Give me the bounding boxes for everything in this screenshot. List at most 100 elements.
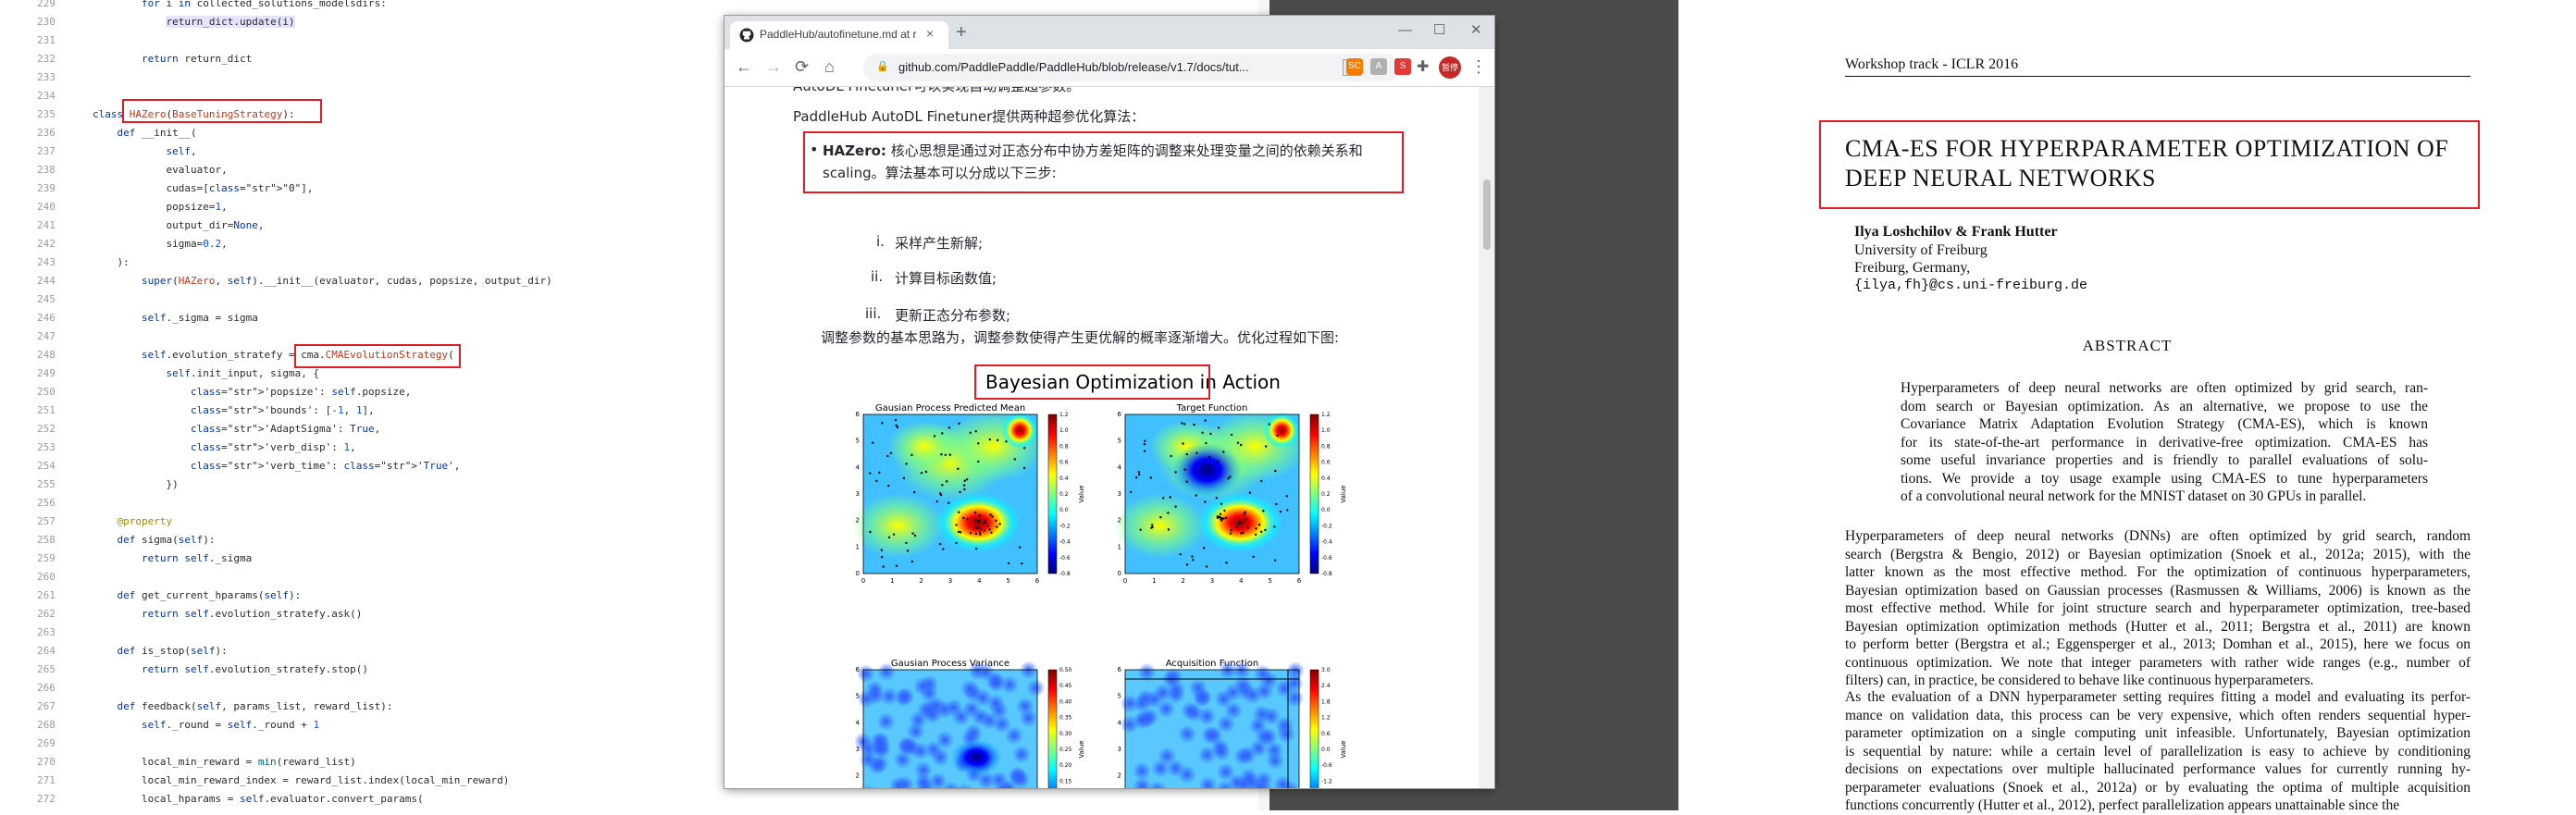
home-icon[interactable]: ⌂: [824, 57, 835, 76]
variance-blob: [917, 700, 935, 719]
sample-point: [959, 491, 960, 493]
sample-point: [1220, 513, 1221, 515]
extension-a-icon[interactable]: A: [1370, 58, 1387, 75]
sample-point: [914, 535, 916, 537]
line-number: 239: [37, 179, 72, 198]
sample-point: [977, 526, 979, 528]
colorbar-tick-label: 0.15: [1059, 778, 1072, 784]
step-number: ii.: [871, 268, 883, 285]
colorbar-tick-label: 0.0: [1059, 507, 1069, 513]
y-tick-label: 5: [856, 693, 860, 700]
x-tick-label: 0: [861, 577, 865, 585]
back-icon[interactable]: ←: [736, 57, 752, 76]
sample-point: [872, 442, 873, 444]
paper-text-line: most effective method. While for joint s…: [1845, 599, 2471, 618]
variance-blob: [972, 708, 990, 726]
code-text: class="str">'AdaptSigma': True,: [93, 420, 380, 438]
sample-point: [1174, 505, 1176, 507]
sample-point: [1220, 519, 1222, 521]
colorbar-tick-label: 0.35: [1059, 715, 1072, 722]
paper-text-line: tions. We provide a toy usage example us…: [1901, 470, 2428, 488]
sample-point: [1219, 515, 1220, 517]
colorbar-tick-label: 0.4: [1059, 475, 1069, 482]
y-tick-label: 2: [1118, 772, 1121, 780]
paper-text-line: Bayesian optimization based on Gaussian …: [1845, 582, 2471, 600]
variance-blob: [1158, 747, 1176, 765]
github-page-content[interactable]: AutoDL Finetuner可以实现自动调整超参数。 PaddleHub A…: [724, 87, 1494, 788]
sample-point: [1237, 441, 1239, 443]
profile-avatar[interactable]: 暂停: [1439, 56, 1461, 79]
github-icon: [739, 28, 754, 43]
colorbar-tick-label: 0.8: [1321, 443, 1331, 450]
sample-point: [975, 548, 977, 550]
line-number: 266: [37, 679, 72, 698]
sample-point: [1203, 547, 1205, 549]
sample-point: [1191, 555, 1193, 557]
extension-s-icon[interactable]: S: [1394, 58, 1411, 75]
sample-point: [1286, 509, 1288, 511]
sample-point: [903, 477, 905, 479]
sample-point: [1195, 452, 1197, 454]
paper-text-line: decisions on expectations over multiple …: [1845, 760, 2471, 779]
sample-point: [1023, 467, 1025, 469]
paper-text-line: for its state-of-the-art performance in …: [1901, 434, 2428, 452]
sample-point: [1247, 526, 1249, 528]
paper-text-line: Hyperparameters of deep neural networks …: [1845, 527, 2471, 546]
page-scrollbar-thumb[interactable]: [1483, 179, 1491, 250]
minimize-button[interactable]: —: [1398, 21, 1412, 40]
paper-header: Workshop track - ICLR 2016: [1845, 56, 2018, 73]
y-tick-label: 2: [1118, 517, 1121, 525]
sample-point: [1236, 525, 1238, 527]
sample-point: [1252, 556, 1254, 558]
code-text: self._sigma = sigma: [93, 309, 258, 327]
variance-blob: [964, 684, 983, 702]
sample-point: [881, 422, 883, 424]
colorbar-tick-label: -0.8: [1321, 571, 1332, 577]
variance-blob: [913, 677, 932, 696]
colorbar: [1310, 670, 1319, 788]
paper-text-line: continuous optimization. We note that in…: [1845, 654, 2471, 673]
code-text: self.evolution_stratefy = cma.CMAEvoluti…: [93, 346, 454, 364]
sample-point: [911, 561, 913, 562]
sample-point: [1260, 480, 1262, 482]
sample-point: [1245, 518, 1246, 520]
code-text: for i in collected_solutions_modelsdirs:: [93, 0, 387, 13]
sample-point: [1205, 419, 1207, 421]
maximize-button[interactable]: ☐: [1433, 21, 1445, 40]
y-tick-label: 3: [856, 746, 860, 753]
line-number: 241: [37, 216, 72, 235]
sample-point: [1275, 503, 1277, 505]
x-tick-label: 4: [1239, 577, 1244, 585]
paper-email: {ilya,fh}@cs.uni-freiburg.de: [1854, 278, 2087, 293]
sample-point: [1223, 510, 1225, 512]
sample-point: [996, 525, 997, 527]
tab-close-icon[interactable]: ×: [926, 26, 934, 41]
new-tab-button[interactable]: +: [956, 23, 967, 42]
variance-blob: [1197, 707, 1216, 725]
sample-point: [963, 484, 965, 486]
line-number: 252: [37, 420, 72, 438]
browser-menu-icon[interactable]: ⋮: [1470, 57, 1487, 77]
address-bar[interactable]: 🔒 github.com/PaddlePaddle/PaddleHub/blob…: [863, 54, 1400, 81]
code-text: class="str">'verb_disp': 1,: [93, 438, 356, 457]
sample-point: [955, 524, 957, 525]
sample-point: [1217, 515, 1219, 517]
paper-text-line: perparameter evaluations (Snoek et al., …: [1845, 779, 2471, 797]
colorbar: [1310, 414, 1319, 574]
bullet-title: HAZero:: [823, 142, 886, 159]
variance-blob: [1223, 684, 1242, 702]
header-rule: [1845, 76, 2471, 77]
close-window-button[interactable]: ✕: [1470, 21, 1482, 40]
extension-sc-icon[interactable]: SC: [1346, 58, 1363, 75]
sample-point: [1216, 497, 1218, 499]
sample-point: [939, 543, 941, 545]
reload-icon[interactable]: ⟳: [795, 57, 809, 76]
bayesian-optimization-figure: Gausian Process Predicted Mean0011223344…: [843, 401, 1354, 788]
x-tick-label: 4: [977, 577, 982, 585]
forward-icon[interactable]: →: [765, 57, 782, 76]
code-text: def __init__(: [93, 124, 197, 142]
variance-blob: [1233, 747, 1252, 765]
extensions-puzzle-icon[interactable]: ✚: [1417, 57, 1429, 76]
line-number: 262: [37, 605, 72, 624]
browser-tab[interactable]: PaddleHub/autofinetune.md at r ×: [730, 21, 948, 49]
